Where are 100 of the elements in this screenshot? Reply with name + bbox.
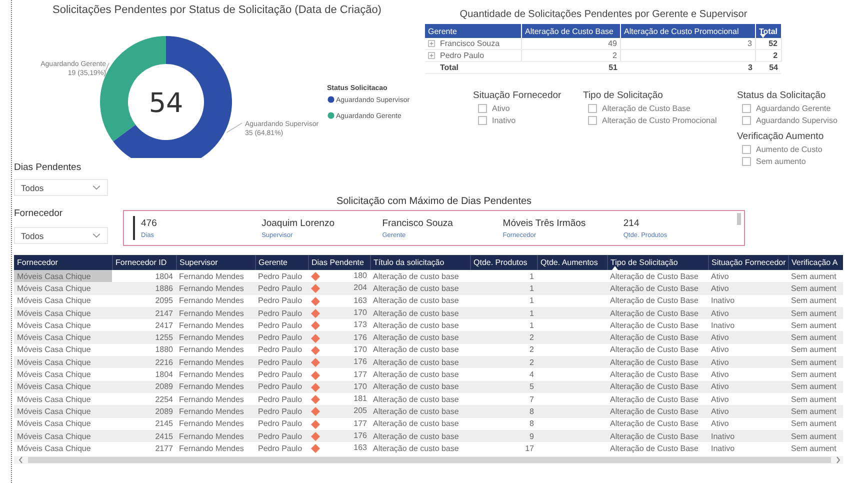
table-cell: Pedro Paulo [258, 296, 302, 306]
table-cell: Móveis Casa Chique [17, 345, 91, 354]
table-cell: 9 [530, 432, 534, 440]
table-cell: 2095 [155, 296, 173, 306]
table-cell: Sem aument [791, 358, 836, 367]
checkbox[interactable] [742, 116, 751, 125]
table-cell: 173 [354, 320, 367, 330]
column-header[interactable]: Título da solicitação [370, 255, 470, 270]
table-cell: Alteração de custo base [373, 370, 459, 380]
expand-icon[interactable] [428, 52, 435, 59]
column-header[interactable]: Verificação A [788, 255, 843, 270]
table-cell: 2216 [155, 358, 173, 367]
table-cell: Pedro Paulo [258, 444, 302, 453]
table-cell: Sem aument [791, 284, 836, 293]
table-cell: 1 [530, 272, 534, 281]
table-cell: 163 [354, 443, 367, 452]
checkbox[interactable] [478, 116, 487, 125]
table-cell: 176 [354, 357, 367, 366]
table-cell: Total [440, 63, 459, 72]
table-cell: 1804 [155, 272, 173, 281]
dropdown[interactable]: Todos [14, 227, 108, 244]
table-cell: Ativo [711, 284, 729, 293]
option-label[interactable]: Aguardando Superviso [756, 116, 838, 125]
column-header[interactable]: Tipo de Solicitação [607, 255, 708, 270]
table-cell: Sem aument [791, 296, 836, 306]
table-cell: Móveis Casa Chique [17, 320, 91, 330]
column-header[interactable]: Alteração de Custo Base [522, 24, 620, 38]
option-label[interactable]: Sem aumento [756, 157, 806, 166]
column-header[interactable]: Fornecedor ID [112, 255, 176, 270]
table-cell: 180 [354, 271, 367, 280]
checkbox[interactable] [742, 157, 751, 166]
column-header[interactable]: Total [756, 24, 782, 38]
column-header[interactable]: Gerente [255, 255, 308, 270]
table-cell: Sem aument [791, 345, 836, 354]
dropdown[interactable]: Todos [14, 179, 108, 196]
column-header[interactable]: Qtde. Aumentos [537, 255, 607, 270]
column-header[interactable]: Fornecedor [14, 255, 112, 270]
chevron-right-icon[interactable] [835, 456, 841, 464]
table-cell: Móveis Casa Chique [17, 394, 91, 404]
table-cell: Móveis Casa Chique [17, 296, 91, 306]
table-cell: Ativo [711, 358, 729, 367]
expand-icon[interactable] [428, 40, 435, 47]
column-header[interactable]: Supervisor [176, 255, 255, 270]
table-cell: Sem aument [791, 444, 836, 453]
table-cell: 1 [530, 308, 534, 318]
scrollbar-thumb[interactable] [28, 457, 831, 464]
table-cell: Fernando Mendes [179, 333, 244, 342]
table-cell: 2254 [155, 394, 173, 404]
table-cell: Alteração de Custo Base [610, 320, 698, 330]
table-cell: Pedro Paulo [258, 382, 302, 392]
option-label[interactable]: Alteração de Custo Base [602, 104, 690, 113]
table-cell: Ativo [711, 406, 729, 416]
option-label[interactable]: Alteração de Custo Promocional [602, 116, 717, 125]
option-label[interactable]: Aguardando Gerente [756, 104, 831, 113]
checkbox[interactable] [742, 145, 751, 154]
table-cell: 2089 [155, 382, 173, 392]
table-cell: 1255 [155, 333, 173, 342]
table-cell: Pedro Paulo [258, 272, 302, 281]
scrollbar[interactable] [14, 456, 843, 464]
table-cell: Inativo [711, 432, 735, 440]
table-cell: Ativo [711, 419, 729, 428]
table-cell: Pedro Paulo [258, 432, 302, 440]
column-header[interactable]: Gerente [425, 24, 522, 38]
slicer-title: Dias Pendentes [14, 162, 82, 173]
checkbox[interactable] [588, 116, 597, 125]
table-cell: Alteração de custo base [373, 333, 459, 342]
table-cell: Sem aument [791, 320, 836, 330]
table-cell: Alteração de Custo Base [610, 284, 698, 293]
option-label[interactable]: Ativo [492, 104, 510, 113]
table-cell: 2177 [155, 444, 173, 453]
table-cell: Pedro Paulo [258, 406, 302, 416]
card-title: Solicitação com Máximo de Dias Pendentes [336, 196, 532, 208]
option-label[interactable]: Aumento de Custo [756, 145, 822, 154]
table-cell: Pedro Paulo [258, 370, 302, 380]
table-cell: 1 [530, 320, 534, 330]
table-cell: Sem aument [791, 394, 836, 404]
kpi-value: Móveis Três Irmãos [502, 218, 586, 228]
table-cell: Móveis Casa Chique [17, 284, 91, 293]
column-header[interactable]: Qtde. Produtos [470, 255, 537, 270]
table-cell: Alteração de Custo Base [610, 345, 698, 354]
table-cell: Pedro Paulo [258, 345, 302, 354]
checkbox[interactable] [478, 104, 487, 113]
table-cell: 5 [530, 382, 534, 392]
table-cell: Alteração de custo base [373, 394, 459, 404]
table-cell: Alteração de Custo Base [610, 333, 698, 342]
option-label[interactable]: Inativo [492, 116, 516, 125]
table-cell: 1804 [155, 370, 173, 380]
table-cell: Fernando Mendes [179, 406, 244, 416]
column-header[interactable]: Alteração de Custo Promocional [620, 24, 756, 38]
column-header[interactable]: Dias Pendente [308, 255, 370, 270]
table-cell: Alteração de custo base [373, 320, 459, 330]
table-cell: 2 [530, 358, 534, 367]
checkbox[interactable] [588, 104, 597, 113]
checkbox[interactable] [742, 104, 751, 113]
scrollbar-thumb[interactable] [737, 213, 741, 225]
table-cell: 177 [354, 418, 367, 428]
chevron-left-icon[interactable] [18, 456, 24, 464]
column-header[interactable]: Situação Fornecedor [708, 255, 788, 270]
table-cell: 170 [354, 344, 367, 354]
table-cell: Alteração de Custo Base [610, 432, 698, 440]
